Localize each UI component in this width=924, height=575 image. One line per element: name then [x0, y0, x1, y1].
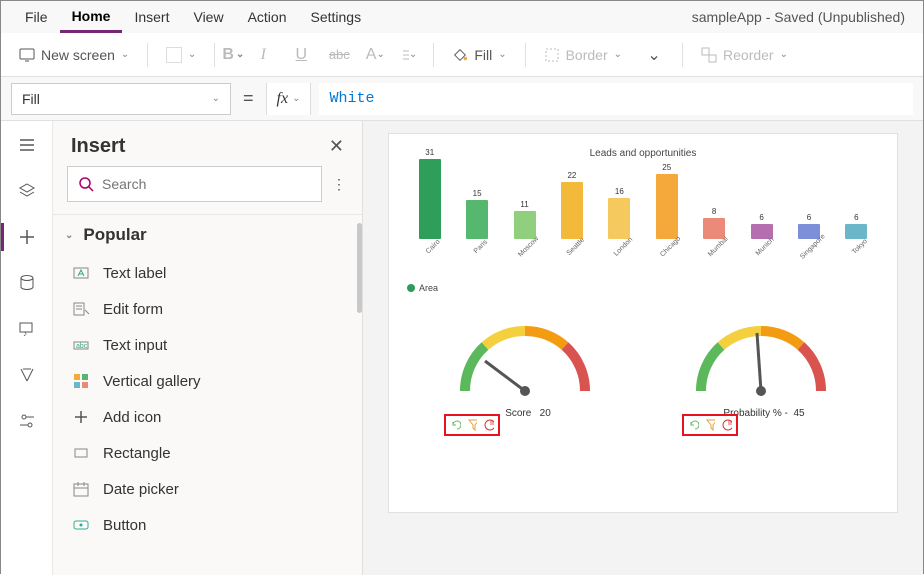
rail-data-icon[interactable] — [15, 271, 39, 295]
item-date-picker[interactable]: Date picker — [53, 471, 362, 507]
plus-icon — [71, 407, 91, 427]
item-add-icon[interactable]: Add icon — [53, 399, 362, 435]
close-icon[interactable]: ✕ — [329, 136, 344, 157]
new-screen-button[interactable]: New screen ⌄ — [11, 43, 137, 67]
item-rectangle[interactable]: Rectangle — [53, 435, 362, 471]
calendar-icon — [71, 479, 91, 499]
legend-label: Area — [419, 283, 438, 293]
chevron-down-icon: ⌄ — [212, 93, 220, 104]
group-popular[interactable]: ⌄ Popular — [53, 215, 362, 255]
fill-label: Fill — [474, 47, 492, 63]
item-vertical-gallery[interactable]: Vertical gallery — [53, 363, 362, 399]
strikethrough-icon[interactable]: abc — [331, 47, 347, 63]
gauge-probability: Probability % - 45 — [666, 311, 856, 419]
gauge-score-value: 20 — [540, 408, 551, 419]
menu-view[interactable]: View — [181, 3, 235, 31]
item-text-label[interactable]: Text label — [53, 255, 362, 291]
filter-icon — [467, 418, 478, 432]
bar-chart: 31Cairo15Paris11Moscow22Seattle16London2… — [407, 167, 879, 277]
filter-icon — [705, 418, 716, 432]
menu-bar: File Home Insert View Action Settings sa… — [1, 1, 923, 33]
left-rail: ♪ — [1, 121, 53, 575]
edit-form-icon — [71, 299, 91, 319]
gauge-prob-value: 45 — [793, 408, 804, 419]
menu-file[interactable]: File — [13, 3, 60, 31]
text-input-icon: abc — [71, 335, 91, 355]
item-text-input[interactable]: abcText input — [53, 327, 362, 363]
chart-title: Leads and opportunities — [407, 148, 879, 159]
search-box[interactable] — [67, 166, 322, 202]
app-screen[interactable]: Leads and opportunities 31Cairo15Paris11… — [388, 133, 898, 513]
bold-icon[interactable]: B⌄ — [225, 47, 241, 63]
menu-home[interactable]: Home — [60, 2, 123, 33]
menu-settings[interactable]: Settings — [299, 3, 374, 31]
pie-icon — [483, 418, 494, 432]
property-selector[interactable]: Fill ⌄ — [11, 83, 231, 115]
app-title: sampleApp - Saved (Unpublished) — [692, 9, 911, 25]
main-area: ♪ Insert ✕ ⋮ ⌄ Popular Text label Edit f… — [1, 121, 923, 575]
highlight-box-probability — [682, 414, 738, 436]
group-label: Popular — [83, 225, 146, 245]
search-input[interactable] — [102, 176, 311, 192]
menu-action[interactable]: Action — [236, 3, 299, 31]
insert-list: ⌄ Popular Text label Edit form abcText i… — [53, 214, 362, 575]
rail-insert-icon[interactable] — [15, 225, 39, 249]
fill-bucket-icon — [452, 47, 468, 63]
text-label-icon — [71, 263, 91, 283]
scrollbar-thumb[interactable] — [357, 223, 362, 313]
rail-variables-icon[interactable] — [15, 363, 39, 387]
search-icon — [78, 176, 94, 192]
highlight-box-score — [444, 414, 500, 436]
gallery-icon — [71, 371, 91, 391]
rail-media-icon[interactable]: ♪ — [15, 317, 39, 341]
fill-button[interactable]: Fill⌄ — [444, 43, 514, 67]
item-button[interactable]: Button — [53, 507, 362, 543]
fx-button[interactable]: fx ⌄ — [266, 83, 312, 115]
gauge-score: Score 20 — [430, 311, 620, 419]
screen-icon — [19, 47, 35, 63]
button-icon — [71, 515, 91, 535]
item-edit-form[interactable]: Edit form — [53, 291, 362, 327]
gauge-score-label: Score — [505, 408, 531, 419]
refresh-icon — [450, 418, 461, 432]
align-icon[interactable]: ⌄ — [401, 47, 417, 63]
legend-dot-icon — [407, 284, 415, 292]
rail-hamburger-icon[interactable] — [15, 133, 39, 157]
menu-insert[interactable]: Insert — [122, 3, 181, 31]
chevron-down-icon: ⌄ — [121, 49, 129, 60]
new-screen-label: New screen — [41, 47, 115, 63]
pie-icon — [721, 418, 732, 432]
more-options-icon[interactable]: ⋮ — [332, 176, 348, 193]
equals-sign: = — [239, 88, 258, 109]
insert-panel: Insert ✕ ⋮ ⌄ Popular Text label Edit for… — [53, 121, 363, 575]
property-name: Fill — [22, 91, 40, 107]
underline-icon[interactable]: U — [293, 47, 309, 63]
rail-tools-icon[interactable] — [15, 409, 39, 433]
chevron-down-icon: ⌄ — [292, 93, 300, 104]
chevron-down-icon: ⌄ — [65, 230, 73, 241]
border-icon — [544, 47, 560, 63]
panel-title: Insert — [71, 135, 125, 158]
refresh-icon — [688, 418, 699, 432]
reorder-button[interactable]: Reorder⌄ — [693, 43, 796, 67]
border-button[interactable]: Border⌄ — [536, 43, 630, 67]
canvas-area[interactable]: Leads and opportunities 31Cairo15Paris11… — [363, 121, 923, 575]
rectangle-icon — [71, 443, 91, 463]
rail-layers-icon[interactable] — [15, 179, 39, 203]
ribbon-toolbar: New screen ⌄ ⌄ B⌄ I U abc A⌄ ⌄ Fill⌄ Bor… — [1, 33, 923, 77]
reorder-icon — [701, 47, 717, 63]
chart-legend: Area — [407, 283, 879, 293]
svg-text:abc: abc — [76, 343, 88, 350]
italic-icon[interactable]: I — [255, 47, 271, 63]
font-color-icon[interactable]: A⌄ — [367, 47, 383, 63]
svg-text:♪: ♪ — [23, 329, 27, 338]
border-label: Border — [566, 47, 608, 63]
formula-input[interactable] — [319, 83, 913, 115]
formula-bar: Fill ⌄ = fx ⌄ — [1, 77, 923, 121]
reorder-label: Reorder — [723, 47, 774, 63]
gauges-row: Score 20 — [407, 311, 879, 419]
chevron-down-big-icon[interactable]: ⌄ — [646, 47, 662, 63]
fx-icon: fx — [277, 90, 289, 108]
theme-color-button[interactable]: ⌄ — [158, 43, 204, 67]
